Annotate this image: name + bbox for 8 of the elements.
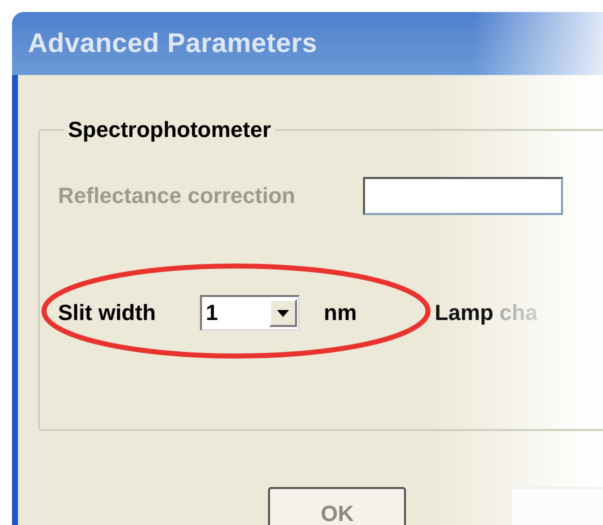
field-label: Slit width <box>58 300 156 326</box>
group-title: Spectrophotometer <box>67 117 272 143</box>
unit-label: nm <box>324 300 357 326</box>
field-label: Reflectance correction <box>58 183 296 209</box>
caret-icon <box>276 310 289 316</box>
dropdown[interactable]: 1 <box>200 295 300 331</box>
window-title: Advanced Parameters <box>28 28 318 59</box>
dropdown-button[interactable] <box>268 299 297 327</box>
